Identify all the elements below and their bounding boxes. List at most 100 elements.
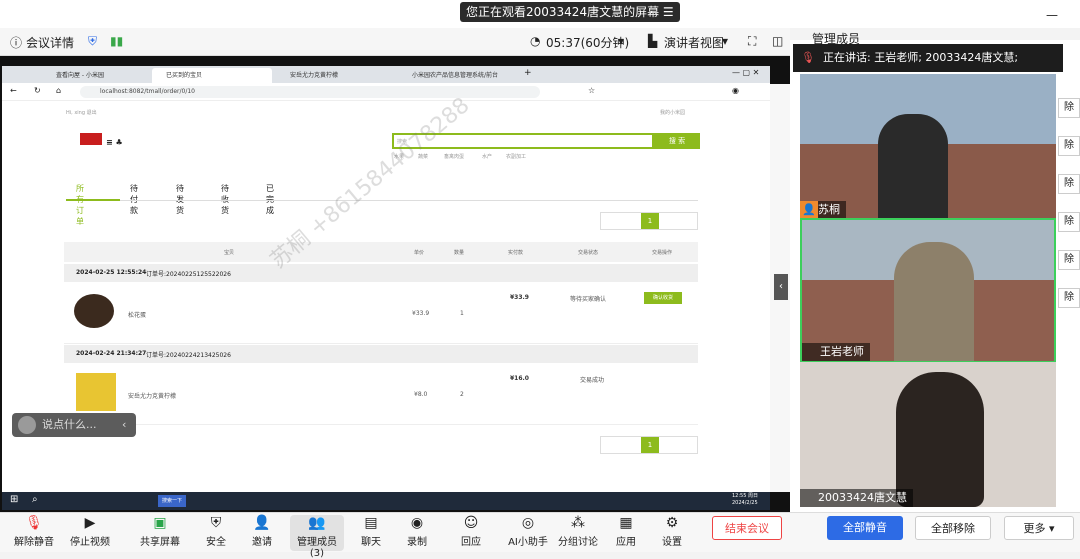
back-icon[interactable]: ← [10, 86, 17, 95]
product-image[interactable] [74, 294, 114, 328]
host-avatar-icon: 👤 [800, 201, 818, 219]
apps-button[interactable]: ▦ 应用 [612, 515, 640, 548]
my-account-link[interactable]: 我的小米园 [660, 109, 685, 116]
taskbar-search-button[interactable]: 搜索一下 [158, 495, 186, 507]
browser-tab[interactable]: 査看向屋 - 小米园 [42, 68, 148, 83]
order-row: 安岳尤力克黄柠檬 ¥8.0 2 ¥16.0 交易成功 [64, 363, 698, 425]
browser-tab-bar: 査看向屋 - 小米园 已买到的宝贝 安岳尤力克黄柠檬 小米园农产品信息管理系统/… [2, 66, 770, 83]
stop-video-button[interactable]: ▶ 停止视频 [68, 515, 112, 548]
mic-muted-icon: 🎙 [25, 515, 43, 531]
collapse-chat-icon[interactable]: ‹ [122, 413, 126, 437]
product-name[interactable]: 安岳尤力克黄柠檬 [128, 391, 176, 400]
order-status: 等待买家确认 [570, 296, 607, 303]
participant-name: 王岩老师 [802, 343, 870, 361]
security-button[interactable]: ⛨ 安全 [200, 515, 232, 548]
page-number-button[interactable]: 1 [641, 213, 659, 229]
profile-icon[interactable]: ◉ [732, 86, 739, 95]
shield-icon: ⛨ [210, 515, 222, 531]
chat-input[interactable]: 说点什么... ‹ [12, 413, 136, 437]
fullscreen-icon[interactable]: ⛶ [748, 34, 756, 49]
hot-word[interactable]: 水产 [482, 153, 492, 160]
mic-icon: 🎙 [801, 51, 815, 64]
pagination-bottom: 1 [600, 436, 698, 454]
sidebar-collapse-icon[interactable]: ‹ [774, 274, 788, 300]
order-row: 松花蛋 ¥33.9 1 ¥33.9 等待买家确认 确认收货 [64, 282, 698, 344]
remove-member-button[interactable]: 除 [1058, 98, 1080, 118]
chevron-down-icon[interactable]: ▾ [618, 34, 624, 48]
participant-figure [894, 242, 974, 361]
ai-assistant-icon: ◎ [521, 515, 535, 531]
tab-all-orders[interactable]: 所有订单 [76, 183, 84, 227]
video-tile[interactable]: 20033424唐文慧 [800, 362, 1056, 507]
mute-all-button[interactable]: 全部静音 [827, 516, 903, 540]
invite-button[interactable]: 👤 邀请 [246, 515, 278, 548]
split-icon[interactable]: ◫ [772, 34, 783, 48]
end-meeting-button[interactable]: 结束会议 [712, 516, 782, 540]
chat-button[interactable]: ▤ 聊天 [356, 515, 386, 548]
chat-icon [18, 416, 36, 434]
settings-button[interactable]: ⚙ 设置 [658, 515, 686, 548]
product-image[interactable] [76, 373, 116, 411]
remove-member-button[interactable]: 除 [1058, 212, 1080, 232]
hot-word[interactable]: 农副加工 [506, 153, 526, 160]
share-screen-icon: ▣ [153, 515, 167, 531]
col-price: 单价 [414, 250, 425, 256]
remove-member-button[interactable]: 除 [1058, 136, 1080, 156]
paid-amount: ¥16.0 [510, 375, 529, 382]
order-group-header: 2024-02-25 12:55:24 订单号:2024022512552202… [64, 264, 698, 282]
site-logo-icon[interactable]: ≡ ♣ [80, 133, 160, 147]
tab-divider [66, 200, 698, 201]
favorite-icon[interactable]: ☆ [588, 86, 595, 95]
quantity: 1 [460, 310, 464, 317]
meeting-toolbar: ⓘ 会议详情 ⛨ ▮▮ ◔ 05:37(60分钟) ▾ ▙ 演讲者视图 ▾ ⛶ … [0, 28, 790, 56]
video-tile[interactable]: 苏桐 👤 [800, 74, 1056, 219]
breakout-icon: ⁂ [571, 515, 585, 531]
product-name[interactable]: 松花蛋 [128, 310, 146, 319]
viewing-screen-notice[interactable]: 您正在观看20033424唐文慧的屏幕 ☰ [460, 2, 680, 22]
manage-members-button[interactable]: 👥 管理成员(3) [290, 515, 344, 559]
hot-word[interactable]: 畜禽肉蛋 [444, 153, 464, 160]
search-icon[interactable]: ⌕ [32, 494, 38, 505]
user-greeting[interactable]: Hi, xing 退出 [66, 109, 97, 116]
active-tab-underline [66, 199, 120, 201]
view-mode-button[interactable]: 演讲者视图 [664, 34, 724, 51]
ai-assistant-button[interactable]: ◎ AI小助手 [508, 515, 548, 548]
refresh-icon[interactable]: ↻ [34, 86, 41, 95]
unmute-button[interactable]: 🎙 解除静音 [12, 515, 56, 548]
window-controls-icon[interactable]: — ▢ ✕ [732, 68, 759, 77]
address-bar-row: ← ↻ ⌂ localhost:8082/tmall/order/0/10 ☆ … [2, 83, 770, 101]
remove-member-button[interactable]: 除 [1058, 174, 1080, 194]
view-chevron-icon[interactable]: ▾ [722, 34, 728, 48]
video-tile-active-speaker[interactable]: 王岩老师 [800, 218, 1056, 363]
meeting-timer[interactable]: 05:37(60分钟) [546, 34, 629, 51]
meeting-details-button[interactable]: 会议详情 [26, 34, 74, 51]
home-icon[interactable]: ⌂ [56, 86, 61, 95]
browser-tab[interactable]: 安岳尤力克黄柠檬 [276, 68, 394, 83]
remove-member-button[interactable]: 除 [1058, 250, 1080, 270]
search-button[interactable]: 搜 索 [654, 133, 700, 149]
reaction-icon: ☺ [463, 515, 479, 531]
chat-bubble-icon: ▤ [364, 515, 378, 531]
remove-all-button[interactable]: 全部移除 [915, 516, 991, 540]
more-button[interactable]: 更多 ▾ [1004, 516, 1074, 540]
breakout-rooms-button[interactable]: ⁂ 分组讨论 [556, 515, 600, 548]
pagination-top: 1 [600, 212, 698, 230]
col-status: 交易状态 [578, 250, 599, 256]
confirm-receipt-button[interactable]: 确认收货 [644, 292, 682, 304]
share-screen-button[interactable]: ▣ 共享屏幕 [138, 515, 182, 548]
minimize-icon[interactable]: — [1046, 8, 1058, 22]
record-button[interactable]: ◉ 录制 [402, 515, 432, 548]
layout-icon: ▙ [648, 34, 658, 48]
page-number-button[interactable]: 1 [641, 437, 659, 453]
col-action: 交易操作 [652, 250, 673, 256]
info-icon[interactable]: ⓘ [10, 34, 22, 51]
gear-icon: ⚙ [665, 515, 679, 531]
browser-tab-active[interactable]: 已买到的宝贝 [152, 68, 272, 83]
col-item: 宝贝 [224, 250, 235, 256]
reaction-button[interactable]: ☺ 回应 [456, 515, 486, 548]
windows-start-icon[interactable]: ⊞ [10, 494, 18, 505]
quantity: 2 [460, 391, 464, 398]
remove-member-button[interactable]: 除 [1058, 288, 1080, 308]
windows-taskbar: ⊞ ⌕ 搜索一下 12:55 周日 2024/2/25 [2, 492, 770, 510]
unit-price: ¥33.9 [412, 310, 430, 317]
